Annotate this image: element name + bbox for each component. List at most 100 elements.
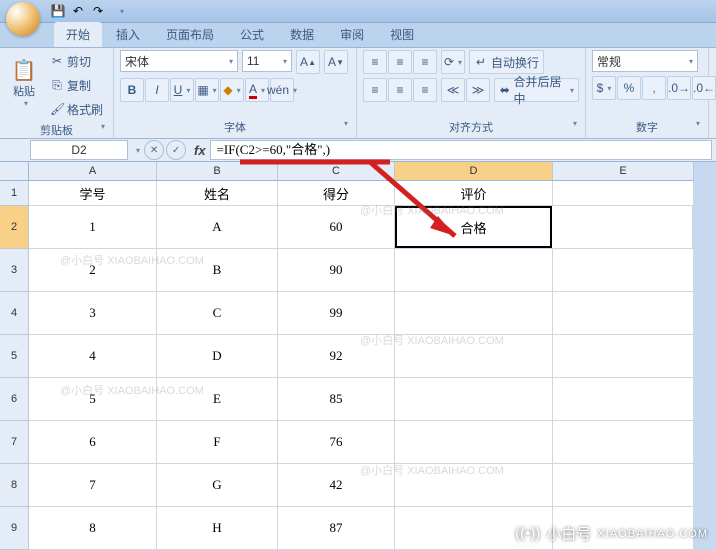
cell[interactable]: 92: [278, 335, 395, 378]
row-header-1[interactable]: 1: [0, 181, 29, 206]
cell[interactable]: 4: [29, 335, 157, 378]
formula-input[interactable]: =IF(C2>=60,"合格",): [210, 140, 712, 160]
name-box[interactable]: D2: [30, 140, 128, 160]
row-header-5[interactable]: 5: [0, 335, 29, 378]
cell[interactable]: E: [157, 378, 278, 421]
number-format-combo[interactable]: 常规▾: [592, 50, 698, 72]
increase-indent-button[interactable]: ≫: [466, 78, 490, 102]
wrap-text-button[interactable]: ↵自动换行: [469, 50, 544, 74]
col-header-c[interactable]: C: [278, 162, 395, 181]
cell[interactable]: A: [157, 206, 278, 249]
undo-icon[interactable]: ↶: [70, 3, 86, 19]
cell[interactable]: H: [157, 507, 278, 550]
italic-button[interactable]: I: [145, 78, 169, 102]
cell[interactable]: [395, 335, 553, 378]
cell[interactable]: [553, 378, 694, 421]
percent-button[interactable]: %: [617, 76, 641, 100]
col-header-b[interactable]: B: [157, 162, 278, 181]
cancel-formula-button[interactable]: ✕: [144, 140, 164, 160]
cell[interactable]: 8: [29, 507, 157, 550]
cell[interactable]: [553, 335, 694, 378]
cell[interactable]: [553, 292, 694, 335]
enter-formula-button[interactable]: ✓: [166, 140, 186, 160]
save-icon[interactable]: 💾: [50, 3, 66, 19]
cell[interactable]: B: [157, 249, 278, 292]
cell[interactable]: [395, 249, 553, 292]
copy-button[interactable]: ⎘复制: [46, 74, 107, 96]
redo-icon[interactable]: ↷: [90, 3, 106, 19]
format-painter-button[interactable]: 🖌格式刷: [46, 98, 107, 120]
align-left-button[interactable]: ≡: [363, 78, 387, 102]
tab-data[interactable]: 数据: [278, 22, 326, 47]
select-all-corner[interactable]: [0, 162, 29, 181]
cell[interactable]: D: [157, 335, 278, 378]
cell[interactable]: 6: [29, 421, 157, 464]
cut-button[interactable]: ✂剪切: [46, 50, 107, 72]
increase-font-button[interactable]: A▲: [296, 50, 320, 74]
cell[interactable]: 85: [278, 378, 395, 421]
cell[interactable]: 姓名: [157, 181, 278, 206]
cell[interactable]: 60: [278, 206, 395, 249]
cell[interactable]: 5: [29, 378, 157, 421]
row-header-4[interactable]: 4: [0, 292, 29, 335]
cell[interactable]: [395, 378, 553, 421]
cell[interactable]: 99: [278, 292, 395, 335]
cell[interactable]: 1: [29, 206, 157, 249]
row-header-7[interactable]: 7: [0, 421, 29, 464]
cell[interactable]: [553, 464, 694, 507]
align-center-button[interactable]: ≡: [388, 78, 412, 102]
align-top-button[interactable]: ≡: [363, 50, 387, 74]
cell[interactable]: 学号: [29, 181, 157, 206]
phonetic-button[interactable]: wén▾: [270, 78, 294, 102]
tab-view[interactable]: 视图: [378, 22, 426, 47]
name-box-dropdown-icon[interactable]: ▾: [136, 146, 140, 155]
orientation-button[interactable]: ⟳▾: [441, 50, 465, 74]
decrease-decimal-button[interactable]: .0←: [692, 76, 716, 100]
cell[interactable]: 3: [29, 292, 157, 335]
cell[interactable]: [395, 464, 553, 507]
fill-color-button[interactable]: ◆▾: [220, 78, 244, 102]
cell[interactable]: [552, 206, 693, 249]
paste-button[interactable]: 📋 粘贴 ▾: [6, 50, 42, 116]
cell[interactable]: 得分: [278, 181, 395, 206]
tab-insert[interactable]: 插入: [104, 22, 152, 47]
cell-selected[interactable]: 合格: [395, 206, 552, 248]
font-size-combo[interactable]: 11▾: [242, 50, 292, 72]
col-header-d[interactable]: D: [395, 162, 553, 181]
cell[interactable]: 7: [29, 464, 157, 507]
border-button[interactable]: ▦▾: [195, 78, 219, 102]
cell[interactable]: 2: [29, 249, 157, 292]
office-button[interactable]: [6, 2, 40, 36]
tab-home[interactable]: 开始: [54, 22, 102, 47]
font-color-button[interactable]: A▾: [245, 78, 269, 102]
bold-button[interactable]: B: [120, 78, 144, 102]
decrease-indent-button[interactable]: ≪: [441, 78, 465, 102]
cell[interactable]: 90: [278, 249, 395, 292]
comma-button[interactable]: ,: [642, 76, 666, 100]
row-header-8[interactable]: 8: [0, 464, 29, 507]
cell[interactable]: 76: [278, 421, 395, 464]
row-header-3[interactable]: 3: [0, 249, 29, 292]
row-header-2[interactable]: 2: [0, 206, 29, 249]
align-bottom-button[interactable]: ≡: [413, 50, 437, 74]
fx-icon[interactable]: fx: [194, 143, 206, 158]
col-header-e[interactable]: E: [553, 162, 694, 181]
tab-formulas[interactable]: 公式: [228, 22, 276, 47]
align-right-button[interactable]: ≡: [413, 78, 437, 102]
accounting-format-button[interactable]: $▾: [592, 76, 616, 100]
cell[interactable]: [553, 421, 694, 464]
cell[interactable]: 评价: [395, 181, 553, 206]
qat-dropdown-icon[interactable]: ▾: [114, 3, 130, 19]
font-name-combo[interactable]: 宋体▾: [120, 50, 238, 72]
tab-review[interactable]: 审阅: [328, 22, 376, 47]
row-header-6[interactable]: 6: [0, 378, 29, 421]
underline-button[interactable]: U▾: [170, 78, 194, 102]
cell[interactable]: G: [157, 464, 278, 507]
cell[interactable]: [553, 181, 694, 206]
col-header-a[interactable]: A: [29, 162, 157, 181]
cell[interactable]: 87: [278, 507, 395, 550]
merge-center-button[interactable]: ⬌合并后居中▾: [494, 78, 579, 102]
row-header-9[interactable]: 9: [0, 507, 29, 550]
cell[interactable]: C: [157, 292, 278, 335]
increase-decimal-button[interactable]: .0→: [667, 76, 691, 100]
